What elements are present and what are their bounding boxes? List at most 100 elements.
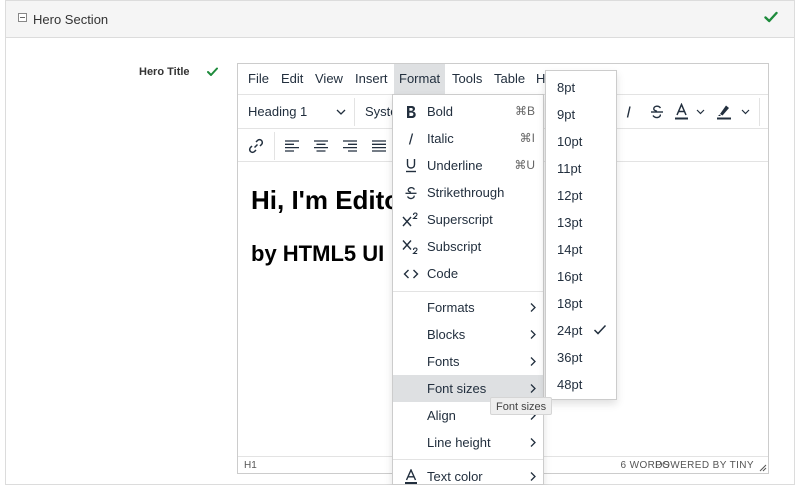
menu-item-label: Blocks xyxy=(427,327,466,342)
font-size-option[interactable]: 9pt xyxy=(546,101,616,128)
menu-item-label: Strikethrough xyxy=(427,185,505,200)
menu-item-label: Align xyxy=(427,408,456,423)
align-left-icon xyxy=(285,140,299,152)
font-size-option[interactable]: 18pt xyxy=(546,290,616,317)
chevron-right-icon xyxy=(530,330,536,339)
text-color-icon xyxy=(401,463,421,484)
menu-file[interactable]: File xyxy=(243,64,274,94)
chevron-right-icon xyxy=(530,472,536,481)
menu-item-label: Bold xyxy=(427,104,454,119)
text-color-button[interactable] xyxy=(671,99,711,125)
italic-button[interactable] xyxy=(615,99,643,125)
element-path[interactable]: H1 xyxy=(244,460,257,471)
font-size-option[interactable]: 12pt xyxy=(546,182,616,209)
panel-header[interactable]: Hero Section xyxy=(6,0,794,38)
content-heading-1[interactable]: Hi, I'm Edito xyxy=(251,185,400,216)
content-heading-2[interactable]: by HTML5 UI xyxy=(251,241,384,267)
menu-item-formats[interactable]: Formats xyxy=(393,294,543,321)
menu-item-fonts[interactable]: Fonts xyxy=(393,348,543,375)
subscript-icon xyxy=(401,233,421,260)
shortcut: ⌘U xyxy=(514,158,535,172)
text-color-icon xyxy=(675,103,705,120)
italic-icon xyxy=(626,106,631,118)
font-size-option[interactable]: 48pt xyxy=(546,371,616,398)
font-sizes-submenu: 8pt 9pt 10pt 11pt 12pt 13pt 14pt 16pt 18… xyxy=(545,70,617,400)
powered-by-link[interactable]: POWERED BY TINY xyxy=(655,460,754,471)
chevron-right-icon xyxy=(530,438,536,447)
check-icon xyxy=(764,10,778,28)
align-justify-button[interactable] xyxy=(365,133,393,159)
menu-item-code[interactable]: Code xyxy=(393,260,543,287)
shortcut: ⌘I xyxy=(519,131,535,145)
menu-item-subscript[interactable]: Subscript xyxy=(393,233,543,260)
menu-divider xyxy=(393,459,543,460)
code-icon xyxy=(401,260,421,287)
menu-tools[interactable]: Tools xyxy=(447,64,487,94)
align-right-icon xyxy=(343,140,357,152)
panel-title: Hero Section xyxy=(33,12,109,27)
block-format-select[interactable]: Heading 1 xyxy=(238,96,354,128)
align-right-button[interactable] xyxy=(336,133,364,159)
font-size-label: 24pt xyxy=(557,323,583,338)
link-button[interactable] xyxy=(242,133,270,159)
strikethrough-button[interactable] xyxy=(643,99,671,125)
menu-format[interactable]: Format xyxy=(394,64,446,94)
shortcut: ⌘B xyxy=(514,104,535,118)
menu-item-label: Formats xyxy=(427,300,475,315)
toolbar-separator xyxy=(759,98,760,126)
checkmark-icon xyxy=(593,324,607,335)
field-label: Hero Title xyxy=(139,66,190,78)
menu-item-label: Text color xyxy=(427,469,483,484)
font-size-option[interactable]: 36pt xyxy=(546,344,616,371)
toolbar-separator xyxy=(274,132,275,160)
menu-item-label: Subscript xyxy=(427,239,482,254)
chevron-right-icon xyxy=(530,303,536,312)
menu-item-label: Code xyxy=(427,266,459,281)
menu-item-label: Superscript xyxy=(427,212,493,227)
tooltip: Font sizes xyxy=(490,397,553,415)
menu-view[interactable]: View xyxy=(310,64,348,94)
font-size-option[interactable]: 11pt xyxy=(546,155,616,182)
menu-item-label: Font sizes xyxy=(427,381,487,396)
chevron-right-icon xyxy=(530,357,536,366)
chevron-right-icon xyxy=(530,384,536,393)
strikethrough-icon xyxy=(401,179,421,206)
align-justify-icon xyxy=(372,140,386,152)
highlight-icon xyxy=(717,105,750,120)
highlight-color-button[interactable] xyxy=(713,99,757,125)
align-center-icon xyxy=(314,140,328,152)
font-size-option[interactable]: 10pt xyxy=(546,128,616,155)
block-format-label: Heading 1 xyxy=(248,104,308,119)
chevron-down-icon xyxy=(336,109,346,115)
font-size-option[interactable]: 8pt xyxy=(546,74,616,101)
align-left-button[interactable] xyxy=(278,133,306,159)
link-icon xyxy=(248,138,264,154)
menu-item-label: Line height xyxy=(427,435,491,450)
font-size-option[interactable]: 14pt xyxy=(546,236,616,263)
field-check-icon xyxy=(207,64,218,82)
menu-item-underline[interactable]: Underline ⌘U xyxy=(393,152,543,179)
menu-item-italic[interactable]: Italic ⌘I xyxy=(393,125,543,152)
menubar: File Edit View Insert Format Tools Table… xyxy=(238,64,768,95)
menu-item-blocks[interactable]: Blocks xyxy=(393,321,543,348)
font-size-option[interactable]: 16pt xyxy=(546,263,616,290)
format-menu: Bold ⌘B Italic ⌘I Underline ⌘U Strikethr… xyxy=(392,94,544,485)
font-size-option[interactable]: 13pt xyxy=(546,209,616,236)
collapse-icon[interactable] xyxy=(18,13,27,22)
menu-table[interactable]: Table xyxy=(489,64,530,94)
menu-edit[interactable]: Edit xyxy=(276,64,308,94)
strikethrough-icon xyxy=(651,105,663,119)
menu-item-line-height[interactable]: Line height xyxy=(393,429,543,456)
align-center-button[interactable] xyxy=(307,133,335,159)
menu-item-text-color[interactable]: Text color xyxy=(393,463,543,484)
menu-item-label: Underline xyxy=(427,158,483,173)
menu-item-strikethrough[interactable]: Strikethrough xyxy=(393,179,543,206)
menu-item-label: Italic xyxy=(427,131,454,146)
menu-item-bold[interactable]: Bold ⌘B xyxy=(393,98,543,125)
menu-insert[interactable]: Insert xyxy=(350,64,393,94)
menu-item-superscript[interactable]: Superscript xyxy=(393,206,543,233)
menu-divider xyxy=(393,291,543,292)
resize-handle-icon[interactable] xyxy=(759,464,767,472)
underline-icon xyxy=(401,152,421,179)
bold-icon xyxy=(401,98,421,125)
